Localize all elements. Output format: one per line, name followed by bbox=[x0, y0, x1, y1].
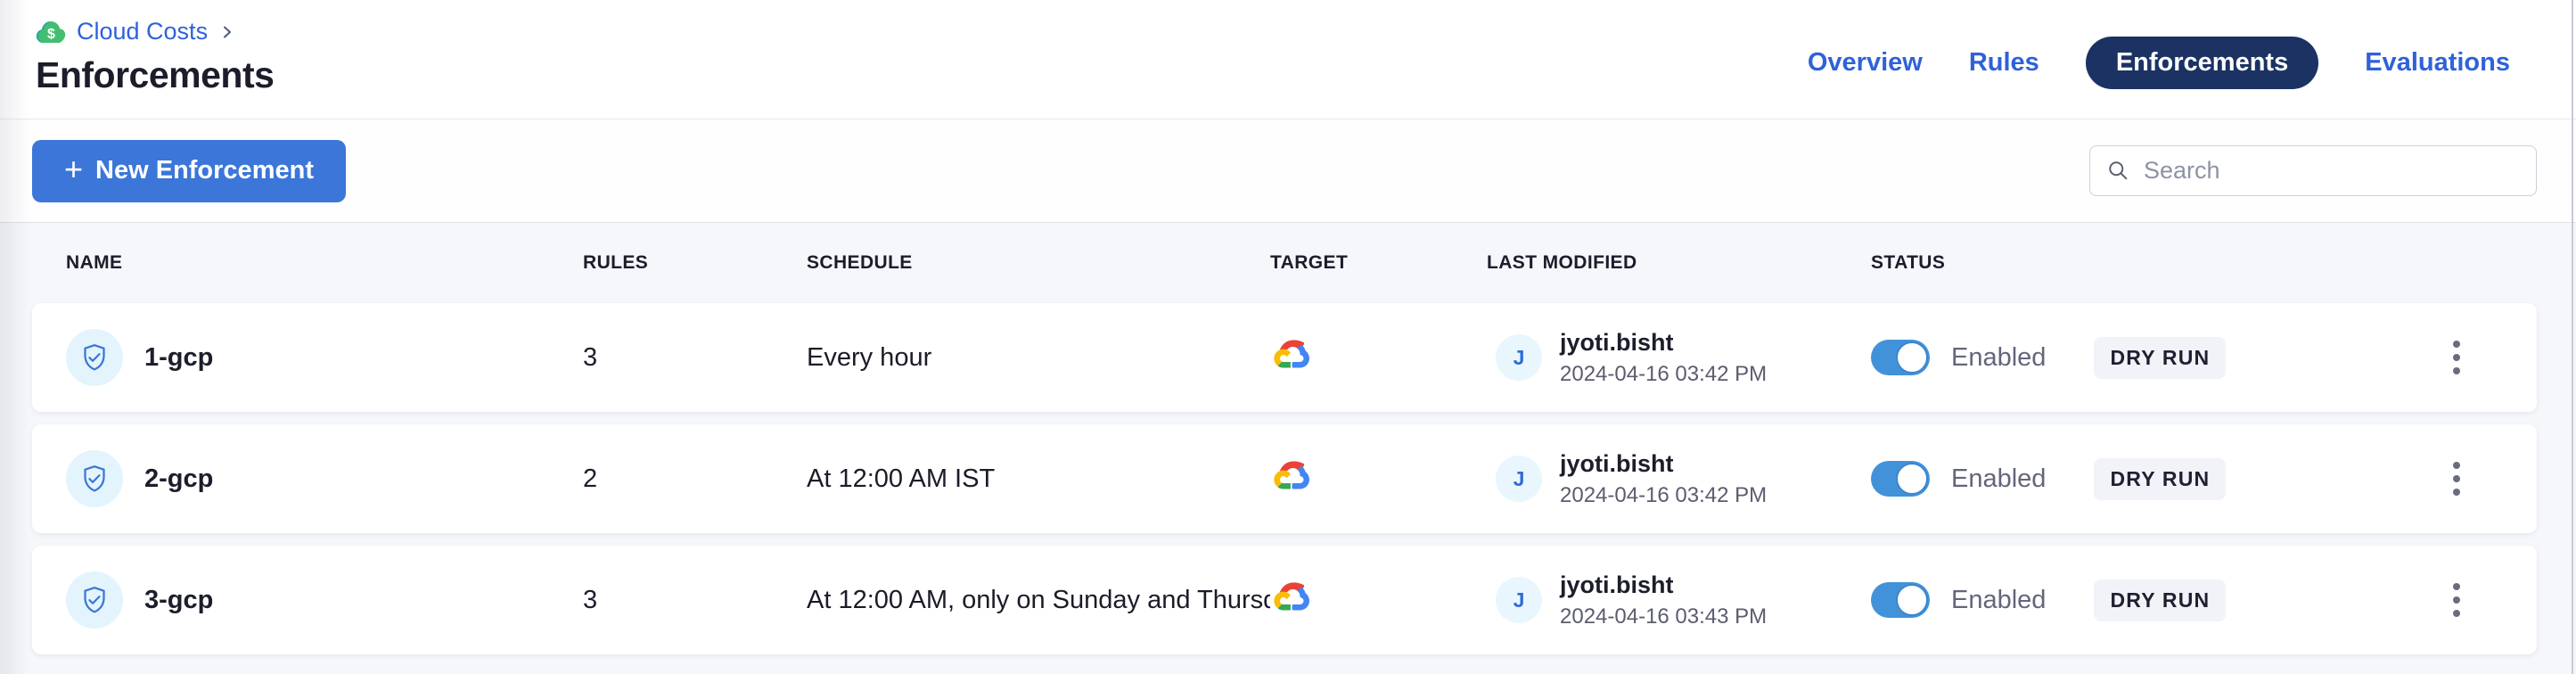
rules-count: 2 bbox=[583, 464, 807, 494]
avatar: J bbox=[1496, 577, 1542, 623]
cloud-costs-module-icon: $ bbox=[36, 21, 66, 44]
row-menu-kebab-icon[interactable] bbox=[2444, 332, 2469, 383]
avatar: J bbox=[1496, 456, 1542, 502]
enabled-toggle[interactable] bbox=[1871, 461, 1930, 497]
column-header-target: TARGET bbox=[1270, 252, 1487, 274]
gcp-icon bbox=[1270, 460, 1315, 497]
schedule-text: At 12:00 AM, only on Sunday and Thursday… bbox=[807, 586, 1270, 615]
svg-text:$: $ bbox=[47, 27, 55, 42]
status-cell: Enabled DRY RUN bbox=[1871, 337, 2412, 379]
status-cell: Enabled DRY RUN bbox=[1871, 458, 2412, 500]
status-cell: Enabled DRY RUN bbox=[1871, 579, 2412, 621]
status-label: Enabled bbox=[1951, 464, 2046, 494]
enforcement-shield-icon bbox=[66, 450, 123, 507]
column-header-status: STATUS bbox=[1871, 252, 2412, 274]
enforcement-name: 1-gcp bbox=[144, 343, 213, 373]
dry-run-badge: DRY RUN bbox=[2094, 458, 2226, 500]
modified-by: jyoti.bisht bbox=[1560, 571, 1767, 599]
toggle-knob bbox=[1896, 463, 1928, 495]
enabled-toggle[interactable] bbox=[1871, 582, 1930, 618]
enforcements-table: NAME RULES SCHEDULE TARGET LAST MODIFIED… bbox=[0, 223, 2576, 674]
gcp-icon bbox=[1270, 581, 1315, 619]
target-cell bbox=[1270, 581, 1487, 619]
gcp-icon bbox=[1270, 339, 1315, 376]
breadcrumb-chevron-icon bbox=[218, 25, 234, 39]
dry-run-badge: DRY RUN bbox=[2094, 579, 2226, 621]
new-enforcement-button-label: New Enforcement bbox=[95, 156, 314, 185]
modified-at: 2024-04-16 03:42 PM bbox=[1560, 483, 1767, 508]
page-header: $ Cloud Costs Enforcements Overview Rule… bbox=[0, 0, 2576, 119]
modified-at: 2024-04-16 03:42 PM bbox=[1560, 362, 1767, 387]
rules-count: 3 bbox=[583, 586, 807, 615]
toggle-knob bbox=[1896, 341, 1928, 374]
name-cell: 1-gcp bbox=[66, 329, 583, 386]
tab-rules[interactable]: Rules bbox=[1969, 48, 2039, 78]
toolbar: + New Enforcement bbox=[0, 119, 2576, 223]
breadcrumb-label: Cloud Costs bbox=[77, 18, 208, 45]
rules-count: 3 bbox=[583, 343, 807, 373]
breadcrumb: $ Cloud Costs bbox=[36, 18, 274, 45]
table-row[interactable]: 2-gcp 2 At 12:00 AM IST J jyoti.bisht 20… bbox=[32, 424, 2537, 533]
last-modified-cell: J jyoti.bisht 2024-04-16 03:42 PM bbox=[1487, 329, 1871, 387]
row-menu-kebab-icon[interactable] bbox=[2444, 574, 2469, 626]
search-input[interactable] bbox=[2089, 145, 2537, 196]
column-header-rules: RULES bbox=[583, 252, 807, 274]
schedule-text: Every hour bbox=[807, 343, 1270, 373]
new-enforcement-button[interactable]: + New Enforcement bbox=[32, 140, 346, 202]
enforcement-name: 3-gcp bbox=[144, 586, 213, 615]
last-modified-cell: J jyoti.bisht 2024-04-16 03:42 PM bbox=[1487, 450, 1871, 508]
tab-overview[interactable]: Overview bbox=[1808, 48, 1923, 78]
schedule-text: At 12:00 AM IST bbox=[807, 464, 1270, 494]
toggle-knob bbox=[1896, 584, 1928, 616]
enabled-toggle[interactable] bbox=[1871, 340, 1930, 375]
status-label: Enabled bbox=[1951, 343, 2046, 373]
column-header-last-modified: LAST MODIFIED bbox=[1487, 252, 1871, 274]
row-menu-kebab-icon[interactable] bbox=[2444, 453, 2469, 505]
breadcrumb-cloud-costs-link[interactable]: $ Cloud Costs bbox=[36, 18, 208, 45]
enforcement-shield-icon bbox=[66, 571, 123, 629]
window-right-edge bbox=[2572, 0, 2573, 674]
table-row[interactable]: 3-gcp 3 At 12:00 AM, only on Sunday and … bbox=[32, 546, 2537, 654]
name-cell: 3-gcp bbox=[66, 571, 583, 629]
modified-by: jyoti.bisht bbox=[1560, 329, 1767, 357]
column-header-schedule: SCHEDULE bbox=[807, 252, 1270, 274]
avatar: J bbox=[1496, 334, 1542, 381]
tab-evaluations[interactable]: Evaluations bbox=[2365, 48, 2510, 78]
enforcement-name: 2-gcp bbox=[144, 464, 213, 494]
name-cell: 2-gcp bbox=[66, 450, 583, 507]
modified-at: 2024-04-16 03:43 PM bbox=[1560, 604, 1767, 629]
search-box bbox=[2089, 145, 2537, 196]
tab-enforcements[interactable]: Enforcements bbox=[2086, 37, 2318, 89]
page-title: Enforcements bbox=[36, 54, 274, 96]
table-header-row: NAME RULES SCHEDULE TARGET LAST MODIFIED… bbox=[32, 223, 2537, 303]
modified-by: jyoti.bisht bbox=[1560, 450, 1767, 478]
table-row[interactable]: 1-gcp 3 Every hour J jyoti.bisht 2024-04… bbox=[32, 303, 2537, 412]
last-modified-cell: J jyoti.bisht 2024-04-16 03:43 PM bbox=[1487, 571, 1871, 629]
target-cell bbox=[1270, 460, 1487, 497]
enforcement-shield-icon bbox=[66, 329, 123, 386]
section-tabs: Overview Rules Enforcements Evaluations bbox=[1808, 37, 2510, 87]
plus-icon: + bbox=[64, 153, 83, 185]
status-label: Enabled bbox=[1951, 586, 2046, 615]
dry-run-badge: DRY RUN bbox=[2094, 337, 2226, 379]
header-left: $ Cloud Costs Enforcements bbox=[36, 18, 274, 119]
target-cell bbox=[1270, 339, 1487, 376]
column-header-name: NAME bbox=[66, 252, 583, 274]
